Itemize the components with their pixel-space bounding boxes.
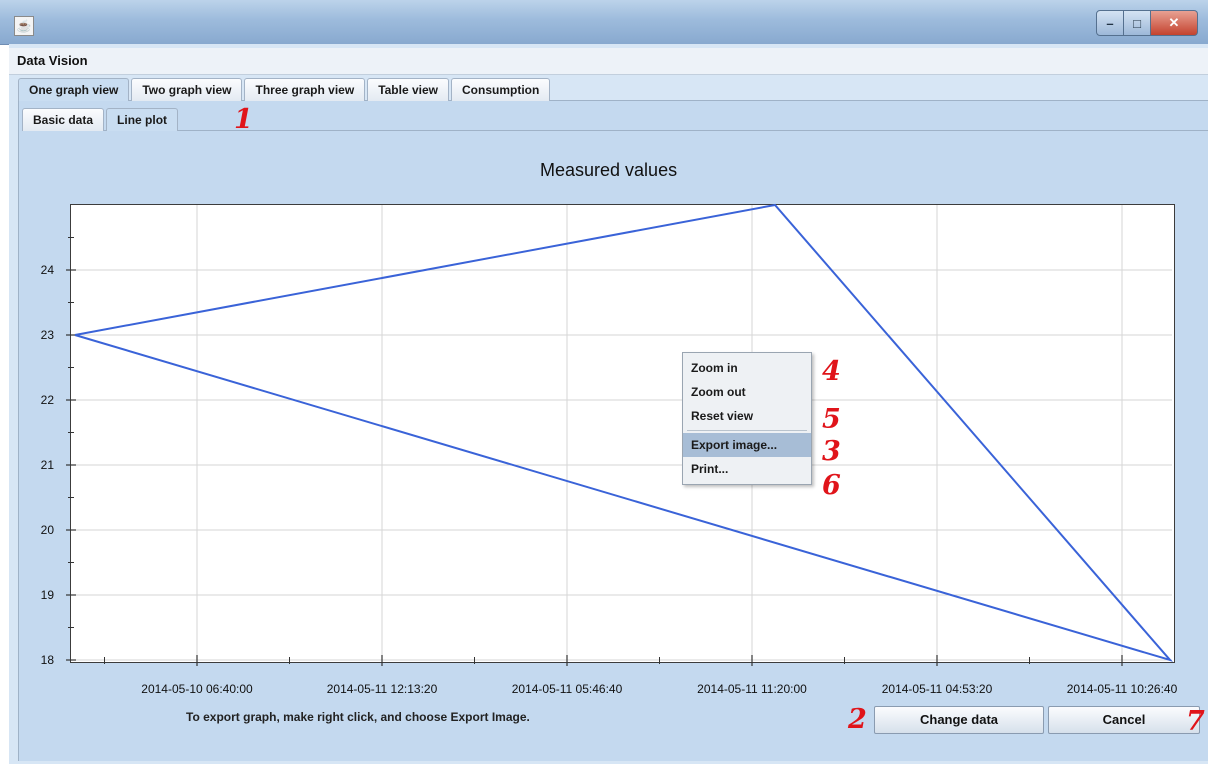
chart-grid [71, 205, 1172, 661]
annotation-4: 4 [822, 356, 841, 387]
y-tick-label: 24 [40, 263, 54, 277]
y-tick-label: 19 [40, 588, 54, 602]
menu-item-print[interactable]: Print... [683, 457, 811, 481]
annotation-2: 2 [848, 704, 867, 735]
y-tick-label: 23 [40, 328, 54, 342]
menu-item-reset-view[interactable]: Reset view [683, 404, 811, 428]
y-tick-label: 18 [40, 653, 54, 667]
menu-item-zoom-in[interactable]: Zoom in [683, 356, 811, 380]
menu-item-zoom-out[interactable]: Zoom out [683, 380, 811, 404]
x-tick-label: 2014-05-11 05:46:40 [511, 682, 623, 696]
context-menu: Zoom in Zoom out Reset view Export image… [682, 352, 812, 485]
menu-item-export-image[interactable]: Export image... [683, 433, 811, 457]
y-tick-label: 22 [40, 393, 54, 407]
x-tick-label: 2014-05-11 10:26:40 [1066, 682, 1178, 696]
change-data-button[interactable]: Change data [874, 706, 1044, 734]
x-tick-label: 2014-05-11 12:13:20 [326, 682, 438, 696]
line-chart [66, 203, 1174, 666]
x-tick-label: 2014-05-11 04:53:20 [881, 682, 993, 696]
y-tick-label: 21 [40, 458, 54, 472]
x-tick-label: 2014-05-10 06:40:00 [141, 682, 253, 696]
chart-ticks [66, 237, 1123, 666]
y-tick-label: 20 [40, 523, 54, 537]
cancel-button[interactable]: Cancel [1048, 706, 1200, 734]
annotation-6: 6 [822, 470, 841, 501]
export-hint-text: To export graph, make right click, and c… [186, 710, 530, 724]
annotation-7: 7 [1186, 706, 1205, 737]
annotation-3: 3 [822, 436, 841, 467]
menu-separator [687, 430, 807, 431]
series-line [74, 203, 1174, 662]
annotation-5: 5 [822, 404, 841, 435]
x-tick-label: 2014-05-11 11:20:00 [697, 682, 807, 696]
